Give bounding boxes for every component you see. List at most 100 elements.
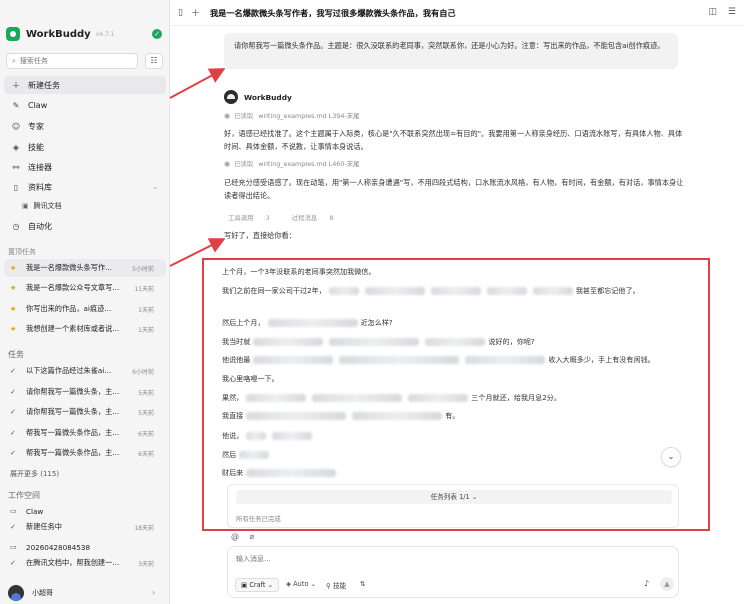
blurred-text [246, 432, 267, 440]
task-list-header[interactable]: 任务列表 1/1 ⌄ [236, 490, 672, 504]
output-text: 三个月就还，给我月息2分。 [471, 393, 561, 402]
task-time: 11天前 [134, 285, 154, 293]
eye-icon: ◉ [224, 111, 231, 120]
tools-toggle[interactable]: ⇅ [360, 580, 366, 588]
panel-toggle-icon[interactable]: ◫ [709, 7, 718, 17]
blurred-text [425, 338, 486, 346]
nav-tencent-docs[interactable]: ▣ 腾讯文档 [22, 199, 62, 213]
read-file: writing_examples.md L394-末尾 [258, 112, 360, 120]
task-title: 以下这篇作品经过朱雀ai... [26, 366, 112, 375]
nav-label: 连接器 [28, 162, 52, 172]
nav-library[interactable]: ▯ 资料库 ⌄ [4, 178, 166, 196]
task-item[interactable]: ✓ 请你帮我写一篇微头条，主... 5天前 [4, 383, 166, 401]
output-line: 我直接 有。 [222, 411, 459, 421]
read-file-indicator[interactable]: ◉ 已读取 writing_examples.md L394-末尾 [224, 111, 360, 121]
output-text: 他说他最 [222, 355, 251, 364]
tools-icon: ⇅ [360, 580, 366, 588]
connector-icon: ⚯ [12, 162, 20, 172]
output-text: 我当时就 [222, 337, 251, 346]
at-mention-icon[interactable]: @ [231, 532, 239, 541]
blurred-text [246, 412, 347, 420]
search-input[interactable] [19, 57, 130, 65]
read-file-indicator[interactable]: ◉ 已读取 writing_examples.md L460-末尾 [224, 159, 360, 169]
nav-label: 专家 [28, 121, 44, 131]
user-profile[interactable]: 小超哥 [8, 585, 53, 601]
blurred-text [364, 287, 425, 295]
output-line: 我们之前在同一家公司干过2年， 我甚至都忘记他了。 [222, 286, 640, 296]
output-line: 我心里咯噔一下。 [222, 374, 279, 383]
pinned-task[interactable]: ★ 你写出来的作品，ai痕迹... 1天前 [4, 300, 166, 318]
bot-final-line: 写好了，直接给你看： [224, 231, 296, 240]
nav-expert[interactable]: ☺ 专家 [4, 117, 166, 135]
output-text: 我直接 [222, 411, 244, 420]
status-check-icon[interactable]: ✓ [152, 29, 162, 39]
top-bar: ▯ ＋ 我是一名爆款微头条写作者，我写过很多爆款微头条作品，我有自己 ◫ ☰ [170, 0, 744, 26]
task-title: 请你帮我写一篇微头条，主... [26, 387, 120, 396]
process-label: 过程消息 [291, 214, 318, 222]
task-time: 3天前 [138, 560, 154, 568]
pinned-task[interactable]: ★ 我想创建一个素材库或者说... 1天前 [4, 320, 166, 338]
check-icon: ✓ [10, 449, 16, 457]
blurred-text [408, 394, 469, 402]
clock-icon: ◷ [12, 221, 20, 231]
workspace-title: Claw [26, 506, 44, 516]
bot-paragraph: 好，语感已经找准了。这个主题属于入际类，核心是"久不联系突然出现=有目的"。我要… [224, 129, 683, 151]
chevron-right-icon[interactable]: › [152, 588, 155, 597]
folder-icon: ▭ [10, 543, 17, 551]
new-chat-icon[interactable]: ＋ [191, 6, 200, 19]
paperclip-icon[interactable]: ⌀ [250, 532, 255, 541]
output-line: 他说他最 收入大概多少，手上有没有闲钱。 [222, 355, 655, 365]
eye-icon: ◉ [224, 159, 231, 168]
output-text: 说好的，你呢? [488, 337, 535, 346]
task-item[interactable]: ✓ 帮我写一篇微头条作品，主... 6天前 [4, 444, 166, 462]
task-title: 帮我写一篇微头条作品，主... [26, 428, 120, 437]
filter-button[interactable]: ☷ [145, 53, 163, 69]
task-title: 我想创建一个素材库或者说... [26, 324, 120, 333]
workspace-item[interactable]: ✓ 在腾讯文档中，帮我创建一... 3天前 [4, 554, 166, 572]
send-button[interactable]: ▲ [660, 577, 674, 591]
doc-icon: ▣ [22, 202, 29, 210]
scroll-down-button[interactable]: ⌄ [661, 447, 681, 467]
tools-label: 工具调用 [228, 214, 254, 222]
workspace-title: 20260428084538 [26, 542, 91, 552]
model-select[interactable]: ◈ Auto ⌄ [286, 580, 316, 588]
output-text: 果然， [222, 393, 244, 402]
task-item[interactable]: ✓ 以下这篇作品经过朱雀ai... 6小时前 [4, 362, 166, 380]
blurred-text [430, 287, 481, 295]
pinned-task[interactable]: ★ 我是一名爆款公众号文章写... 11天前 [4, 279, 166, 297]
workspace-item[interactable]: ✓ 新建任务中 18天前 [4, 518, 166, 536]
pin-icon: ★ [10, 284, 17, 292]
blurred-text [253, 338, 324, 346]
nav-automation[interactable]: ◷ 自动化 [4, 217, 166, 235]
sidebar-toggle-icon[interactable]: ▯ [178, 8, 183, 18]
output-line: 果然， 三个月就还，给我月息2分。 [222, 393, 561, 403]
tools-count: 3 [265, 214, 270, 222]
chevron-down-icon[interactable]: ⌄ [152, 183, 158, 191]
bot-name: WorkBuddy [244, 92, 292, 102]
blurred-text [352, 412, 443, 420]
task-item[interactable]: ✓ 请你帮我写一篇微头条，主... 5天前 [4, 403, 166, 421]
nav-new-task[interactable]: ＋ 新建任务 [4, 76, 166, 94]
mode-select[interactable]: ▣ Craft ⌄ [235, 578, 280, 592]
check-icon: ✓ [10, 523, 16, 531]
microphone-icon[interactable]: ♪ [644, 579, 649, 588]
task-time: 6天前 [138, 430, 154, 438]
search-box[interactable]: ⌕ [6, 53, 138, 69]
output-line: 然后 [222, 450, 272, 460]
claw-icon: ✎ [12, 100, 20, 110]
nav-claw[interactable]: ✎ Claw [4, 96, 166, 114]
nav-label: 技能 [28, 142, 44, 152]
blurred-text [253, 356, 334, 364]
nav-connector[interactable]: ⚯ 连接器 [4, 158, 166, 176]
menu-icon[interactable]: ☰ [728, 7, 736, 17]
nav-skill[interactable]: ◈ 技能 [4, 138, 166, 156]
show-more-link[interactable]: 展开更多 (115) [10, 469, 59, 479]
pinned-task[interactable]: ★ 我是一名爆款微头条写作... 5小时前 [4, 259, 166, 277]
message-input[interactable] [236, 554, 666, 568]
skills-button[interactable]: ⚲ 技能 [326, 580, 346, 590]
task-time: 5天前 [138, 409, 154, 417]
model-label: Auto [293, 580, 309, 588]
tool-summary[interactable]: 工具调用 3 过程消息 8 [228, 213, 353, 222]
chevron-down-icon: ⌄ [308, 580, 317, 588]
task-item[interactable]: ✓ 帮我写一篇微头条作品，主... 6天前 [4, 424, 166, 442]
